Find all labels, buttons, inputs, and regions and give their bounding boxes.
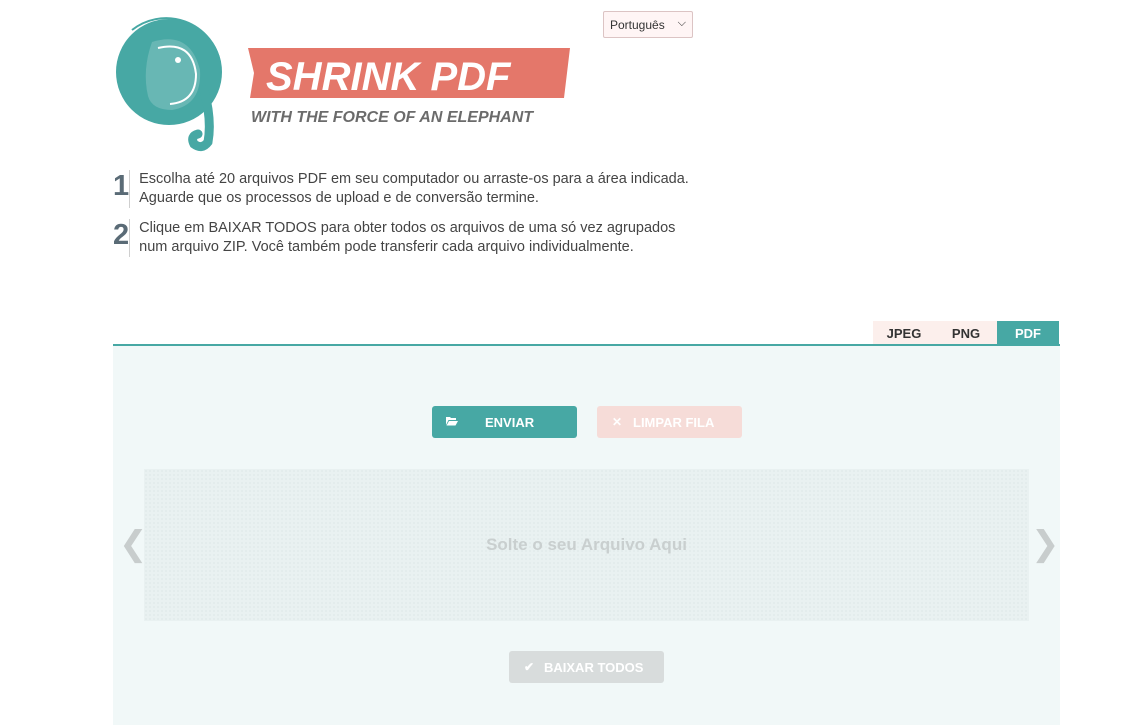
- step-text: Escolha até 20 arquivos PDF em seu compu…: [129, 170, 693, 208]
- tab-png[interactable]: PNG: [935, 321, 997, 345]
- upload-panel: ENVIAR ✕ LIMPAR FILA ❮ Solte o seu Arqui…: [113, 344, 1060, 725]
- format-tabs: JPEG PNG PDF: [873, 321, 1059, 345]
- clear-queue-button-label: LIMPAR FILA: [633, 414, 715, 430]
- drop-zone-text: Solte o seu Arquivo Aqui: [486, 535, 687, 554]
- send-button[interactable]: ENVIAR: [432, 406, 577, 438]
- tab-jpeg[interactable]: JPEG: [873, 321, 935, 345]
- folder-open-icon: [432, 415, 472, 429]
- download-all-button[interactable]: ✔ BAIXAR TODOS: [509, 651, 664, 683]
- instructions: 1 Escolha até 20 arquivos PDF em seu com…: [113, 170, 693, 268]
- step-2: 2 Clique em BAIXAR TODOS para obter todo…: [113, 219, 693, 257]
- step-number: 2: [113, 219, 130, 251]
- language-select-value: Português: [610, 17, 665, 32]
- step-1: 1 Escolha até 20 arquivos PDF em seu com…: [113, 170, 693, 208]
- shrink-pdf-logo: SHRINK PDF WITH THE FORCE OF AN ELEPHANT: [116, 17, 570, 152]
- send-button-label: ENVIAR: [485, 414, 535, 430]
- download-all-button-label: BAIXAR TODOS: [544, 659, 644, 675]
- language-select[interactable]: Português ⌵: [603, 11, 693, 38]
- chevron-down-icon: ⌵: [677, 17, 686, 29]
- svg-text:SHRINK PDF: SHRINK PDF: [266, 55, 512, 99]
- checkmark-icon: ✔: [523, 660, 535, 674]
- step-text: Clique em BAIXAR TODOS para obter todos …: [129, 219, 693, 257]
- step-number: 1: [113, 170, 130, 202]
- tab-pdf[interactable]: PDF: [997, 321, 1059, 345]
- next-arrow[interactable]: ❯: [1031, 524, 1060, 564]
- svg-text:WITH THE FORCE OF AN ELEPHANT: WITH THE FORCE OF AN ELEPHANT: [251, 109, 534, 126]
- drop-zone[interactable]: Solte o seu Arquivo Aqui: [144, 469, 1029, 621]
- clear-queue-button[interactable]: ✕ LIMPAR FILA: [597, 406, 742, 438]
- close-icon: ✕: [611, 415, 623, 429]
